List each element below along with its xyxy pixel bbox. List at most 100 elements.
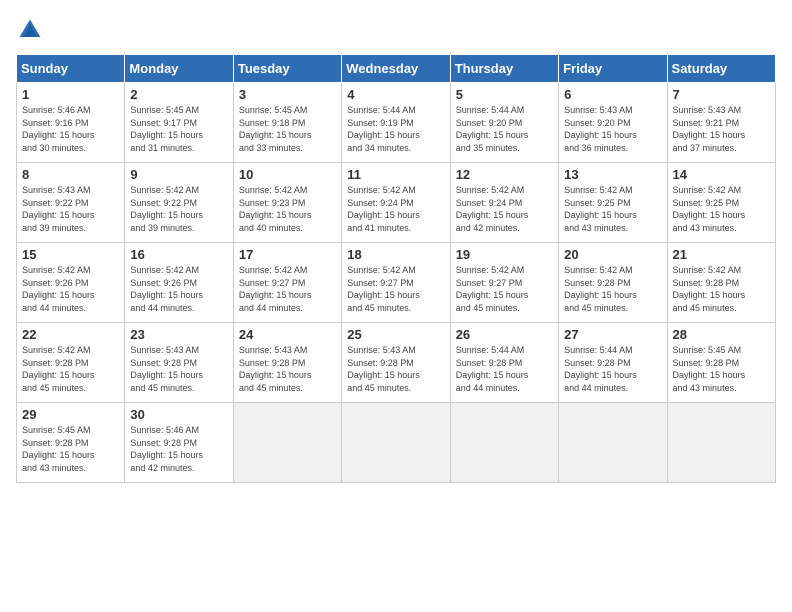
day-header-sunday: Sunday: [17, 55, 125, 83]
calendar-cell: [233, 403, 341, 483]
calendar-week-5: 29 Sunrise: 5:45 AM Sunset: 9:28 PM Dayli…: [17, 403, 776, 483]
day-info: Sunrise: 5:44 AM Sunset: 9:28 PM Dayligh…: [456, 344, 553, 394]
calendar-cell: 23 Sunrise: 5:43 AM Sunset: 9:28 PM Dayli…: [125, 323, 233, 403]
calendar-cell: 1 Sunrise: 5:46 AM Sunset: 9:16 PM Daylig…: [17, 83, 125, 163]
calendar-cell: 30 Sunrise: 5:46 AM Sunset: 9:28 PM Dayli…: [125, 403, 233, 483]
calendar-cell: 20 Sunrise: 5:42 AM Sunset: 9:28 PM Dayli…: [559, 243, 667, 323]
calendar-header-row: SundayMondayTuesdayWednesdayThursdayFrid…: [17, 55, 776, 83]
day-header-monday: Monday: [125, 55, 233, 83]
day-number: 29: [22, 407, 119, 422]
day-info: Sunrise: 5:42 AM Sunset: 9:25 PM Dayligh…: [673, 184, 770, 234]
day-info: Sunrise: 5:44 AM Sunset: 9:28 PM Dayligh…: [564, 344, 661, 394]
day-info: Sunrise: 5:42 AM Sunset: 9:28 PM Dayligh…: [564, 264, 661, 314]
calendar-week-3: 15 Sunrise: 5:42 AM Sunset: 9:26 PM Dayli…: [17, 243, 776, 323]
day-header-tuesday: Tuesday: [233, 55, 341, 83]
day-info: Sunrise: 5:43 AM Sunset: 9:21 PM Dayligh…: [673, 104, 770, 154]
day-info: Sunrise: 5:42 AM Sunset: 9:24 PM Dayligh…: [347, 184, 444, 234]
calendar-cell: 26 Sunrise: 5:44 AM Sunset: 9:28 PM Dayli…: [450, 323, 558, 403]
day-info: Sunrise: 5:45 AM Sunset: 9:28 PM Dayligh…: [22, 424, 119, 474]
logo: [16, 16, 48, 44]
day-info: Sunrise: 5:42 AM Sunset: 9:26 PM Dayligh…: [130, 264, 227, 314]
day-info: Sunrise: 5:43 AM Sunset: 9:20 PM Dayligh…: [564, 104, 661, 154]
day-number: 11: [347, 167, 444, 182]
day-info: Sunrise: 5:43 AM Sunset: 9:22 PM Dayligh…: [22, 184, 119, 234]
day-header-saturday: Saturday: [667, 55, 775, 83]
calendar-cell: 18Sunrise: 5:42 AM Sunset: 9:27 PM Dayli…: [342, 243, 450, 323]
day-number: 22: [22, 327, 119, 342]
day-info: Sunrise: 5:42 AM Sunset: 9:24 PM Dayligh…: [456, 184, 553, 234]
calendar-cell: [559, 403, 667, 483]
calendar-week-2: 8 Sunrise: 5:43 AM Sunset: 9:22 PM Daylig…: [17, 163, 776, 243]
calendar-cell: 25 Sunrise: 5:43 AM Sunset: 9:28 PM Dayli…: [342, 323, 450, 403]
day-header-wednesday: Wednesday: [342, 55, 450, 83]
logo-icon: [16, 16, 44, 44]
day-number: 7: [673, 87, 770, 102]
day-number: 9: [130, 167, 227, 182]
day-info: Sunrise: 5:44 AM Sunset: 9:20 PM Dayligh…: [456, 104, 553, 154]
day-info: Sunrise: 5:46 AM Sunset: 9:28 PM Dayligh…: [130, 424, 227, 474]
day-info: Sunrise: 5:46 AM Sunset: 9:16 PM Dayligh…: [22, 104, 119, 154]
day-info: Sunrise: 5:42 AM Sunset: 9:27 PM Dayligh…: [456, 264, 553, 314]
calendar-week-1: 1 Sunrise: 5:46 AM Sunset: 9:16 PM Daylig…: [17, 83, 776, 163]
day-info: Sunrise: 5:42 AM Sunset: 9:28 PM Dayligh…: [22, 344, 119, 394]
calendar-cell: 28Sunrise: 5:45 AM Sunset: 9:28 PM Dayli…: [667, 323, 775, 403]
day-number: 30: [130, 407, 227, 422]
day-number: 2: [130, 87, 227, 102]
day-number: 6: [564, 87, 661, 102]
day-number: 18: [347, 247, 444, 262]
day-number: 17: [239, 247, 336, 262]
calendar-cell: 13 Sunrise: 5:42 AM Sunset: 9:25 PM Dayli…: [559, 163, 667, 243]
day-info: Sunrise: 5:42 AM Sunset: 9:28 PM Dayligh…: [673, 264, 770, 314]
day-number: 24: [239, 327, 336, 342]
day-info: Sunrise: 5:42 AM Sunset: 9:23 PM Dayligh…: [239, 184, 336, 234]
day-number: 23: [130, 327, 227, 342]
day-info: Sunrise: 5:44 AM Sunset: 9:19 PM Dayligh…: [347, 104, 444, 154]
calendar-cell: 22 Sunrise: 5:42 AM Sunset: 9:28 PM Dayli…: [17, 323, 125, 403]
calendar-cell: 9Sunrise: 5:42 AM Sunset: 9:22 PM Daylig…: [125, 163, 233, 243]
header: [16, 16, 776, 44]
day-info: Sunrise: 5:42 AM Sunset: 9:27 PM Dayligh…: [239, 264, 336, 314]
day-number: 27: [564, 327, 661, 342]
calendar-cell: 16 Sunrise: 5:42 AM Sunset: 9:26 PM Dayli…: [125, 243, 233, 323]
day-number: 19: [456, 247, 553, 262]
day-number: 8: [22, 167, 119, 182]
calendar-cell: [450, 403, 558, 483]
day-info: Sunrise: 5:43 AM Sunset: 9:28 PM Dayligh…: [130, 344, 227, 394]
calendar-cell: 12 Sunrise: 5:42 AM Sunset: 9:24 PM Dayli…: [450, 163, 558, 243]
day-number: 5: [456, 87, 553, 102]
day-info: Sunrise: 5:45 AM Sunset: 9:17 PM Dayligh…: [130, 104, 227, 154]
day-number: 26: [456, 327, 553, 342]
calendar-cell: 7 Sunrise: 5:43 AM Sunset: 9:21 PM Daylig…: [667, 83, 775, 163]
calendar-cell: 10Sunrise: 5:42 AM Sunset: 9:23 PM Dayli…: [233, 163, 341, 243]
day-number: 25: [347, 327, 444, 342]
calendar-cell: 21 Sunrise: 5:42 AM Sunset: 9:28 PM Dayli…: [667, 243, 775, 323]
calendar-cell: 11 Sunrise: 5:42 AM Sunset: 9:24 PM Dayli…: [342, 163, 450, 243]
day-number: 4: [347, 87, 444, 102]
calendar-cell: 5 Sunrise: 5:44 AM Sunset: 9:20 PM Daylig…: [450, 83, 558, 163]
day-number: 14: [673, 167, 770, 182]
day-header-friday: Friday: [559, 55, 667, 83]
calendar-cell: 2 Sunrise: 5:45 AM Sunset: 9:17 PM Daylig…: [125, 83, 233, 163]
day-info: Sunrise: 5:43 AM Sunset: 9:28 PM Dayligh…: [239, 344, 336, 394]
calendar-week-4: 22 Sunrise: 5:42 AM Sunset: 9:28 PM Dayli…: [17, 323, 776, 403]
calendar-cell: 6 Sunrise: 5:43 AM Sunset: 9:20 PM Daylig…: [559, 83, 667, 163]
day-number: 3: [239, 87, 336, 102]
calendar-cell: 24 Sunrise: 5:43 AM Sunset: 9:28 PM Dayli…: [233, 323, 341, 403]
calendar-cell: [342, 403, 450, 483]
day-number: 1: [22, 87, 119, 102]
day-number: 16: [130, 247, 227, 262]
day-number: 12: [456, 167, 553, 182]
day-number: 15: [22, 247, 119, 262]
calendar-cell: 4 Sunrise: 5:44 AM Sunset: 9:19 PM Daylig…: [342, 83, 450, 163]
calendar-cell: 29 Sunrise: 5:45 AM Sunset: 9:28 PM Dayli…: [17, 403, 125, 483]
day-number: 13: [564, 167, 661, 182]
calendar-cell: 8 Sunrise: 5:43 AM Sunset: 9:22 PM Daylig…: [17, 163, 125, 243]
day-info: Sunrise: 5:43 AM Sunset: 9:28 PM Dayligh…: [347, 344, 444, 394]
calendar-cell: 15 Sunrise: 5:42 AM Sunset: 9:26 PM Dayli…: [17, 243, 125, 323]
day-info: Sunrise: 5:42 AM Sunset: 9:25 PM Dayligh…: [564, 184, 661, 234]
day-info: Sunrise: 5:42 AM Sunset: 9:26 PM Dayligh…: [22, 264, 119, 314]
day-number: 21: [673, 247, 770, 262]
day-number: 20: [564, 247, 661, 262]
calendar-cell: 17 Sunrise: 5:42 AM Sunset: 9:27 PM Dayli…: [233, 243, 341, 323]
calendar: SundayMondayTuesdayWednesdayThursdayFrid…: [16, 54, 776, 483]
